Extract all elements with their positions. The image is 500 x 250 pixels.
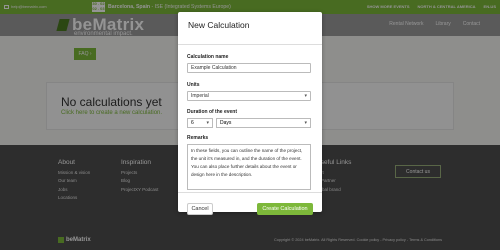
new-calculation-modal: New Calculation Calculation name Example… [178,12,322,215]
units-label: Units [187,82,200,88]
modal-title: New Calculation [188,20,250,30]
remarks-textarea[interactable]: In these fields, you can outline the nam… [187,144,311,190]
remarks-label: Remarks [187,135,209,141]
calculation-name-label: Calculation name [187,54,229,60]
divider [178,44,322,45]
calculation-name-input[interactable]: Example Calculation [187,63,311,73]
create-calculation-button[interactable]: Create Calculation [257,203,313,215]
duration-unit-select[interactable]: Days [216,118,311,128]
divider [178,192,322,193]
cancel-button[interactable]: Cancel [187,203,213,215]
duration-label: Duration of the event [187,109,238,115]
units-select[interactable]: Imperial [187,91,311,101]
duration-number-select[interactable]: 6 [187,118,213,128]
